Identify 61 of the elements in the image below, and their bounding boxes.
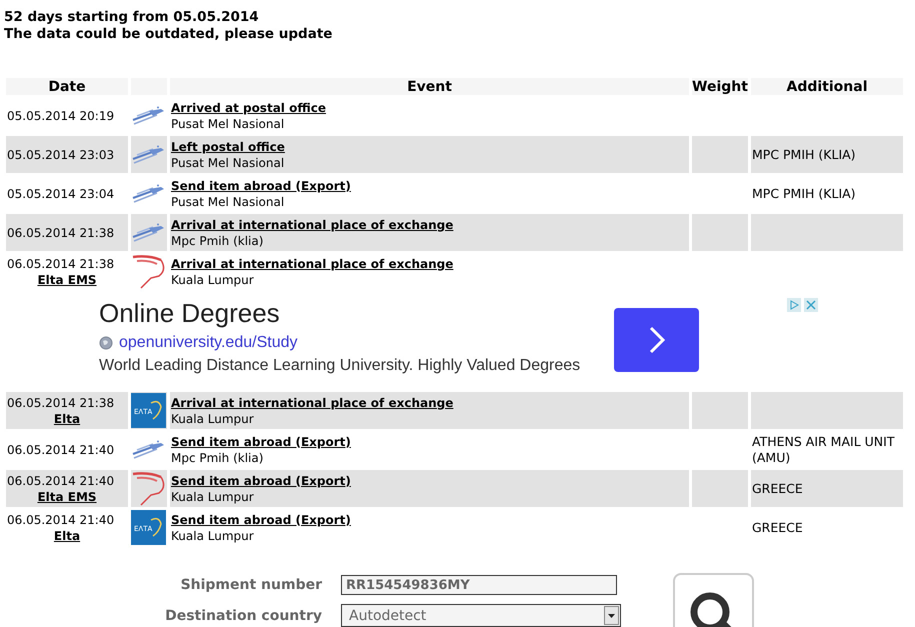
- field-label: Destination country: [164, 608, 322, 624]
- plane-icon: [131, 144, 165, 164]
- additional-text: ATHENS AIR MAIL UNIT (AMU): [752, 434, 894, 464]
- plane-icon: [131, 184, 165, 204]
- ad-description: World Leading Distance Learning University. Highly Valued Degrees: [99, 358, 582, 374]
- date-text: 05.05.2014 23:04: [7, 186, 116, 202]
- notice-text: 52 days starting from 05.05.2014: [4, 9, 260, 26]
- event-link[interactable]: Arrived at postal office: [171, 100, 326, 114]
- globe-icon: [99, 336, 113, 350]
- carrier-link[interactable]: Elta EMS: [37, 272, 97, 286]
- country-dropdown[interactable]: Autodetect: [341, 604, 621, 627]
- event-link[interactable]: Send item abroad (Export): [171, 434, 351, 448]
- plane-icon: [131, 440, 165, 460]
- wing-logo-icon: [131, 254, 165, 290]
- chevron-right-icon: [648, 326, 664, 354]
- ad-url-link[interactable]: openuniversity.edu/Study: [119, 332, 298, 354]
- place-text: Kuala Lumpur: [171, 272, 255, 288]
- place-text: Mpc Pmih (klia): [171, 450, 264, 466]
- place-text: Pusat Mel Nasional: [171, 154, 286, 170]
- additional-text: GREECE: [752, 520, 803, 534]
- additional-text: GREECE: [752, 480, 803, 496]
- close-icon[interactable]: [804, 298, 818, 312]
- column-header: Event: [170, 78, 689, 95]
- carrier-link[interactable]: Elta EMS: [37, 490, 97, 504]
- plane-icon: [131, 106, 165, 126]
- additional-text: MPC PMIH (KLIA): [752, 146, 856, 162]
- event-link[interactable]: Left postal office: [171, 140, 285, 154]
- notice-text: The data could be outdated, please update: [4, 26, 334, 43]
- ad-open-button[interactable]: [614, 308, 699, 372]
- place-text: Pusat Mel Nasional: [171, 116, 286, 132]
- event-link[interactable]: Send item abroad (Export): [171, 474, 351, 488]
- date-text: 06.05.2014 21:38: [7, 224, 116, 240]
- date-text: 06.05.2014 21:38: [7, 394, 116, 410]
- ad-info-icon[interactable]: [787, 298, 801, 312]
- place-text: Pusat Mel Nasional: [171, 194, 286, 210]
- carrier-link[interactable]: Elta: [54, 412, 80, 426]
- event-link[interactable]: Send item abroad (Export): [171, 512, 351, 526]
- plane-icon: [131, 222, 165, 242]
- place-text: Kuala Lumpur: [171, 410, 255, 426]
- place-text: Kuala Lumpur: [171, 528, 255, 544]
- date-text: 06.05.2014 21:38: [7, 256, 116, 272]
- event-link[interactable]: Arrival at international place of exchange: [171, 218, 454, 232]
- event-link[interactable]: Send item abroad (Export): [171, 178, 351, 192]
- column-header: Weight: [692, 78, 748, 95]
- date-text: 06.05.2014 21:40: [7, 472, 116, 488]
- date-text: 05.05.2014 23:03: [7, 146, 116, 162]
- event-link[interactable]: Arrival at international place of exchange: [171, 396, 454, 410]
- column-header: Additional: [751, 78, 903, 95]
- ad-title[interactable]: Online Degrees: [99, 296, 614, 330]
- carrier-link[interactable]: Elta: [54, 528, 80, 542]
- shipment-number-field[interactable]: RR154549836MY: [341, 575, 617, 595]
- additional-text: MPC PMIH (KLIA): [752, 186, 856, 200]
- date-text: 06.05.2014 21:40: [7, 442, 116, 458]
- column-header: Date: [6, 78, 128, 95]
- date-text: 06.05.2014 21:40: [7, 512, 116, 528]
- wing-logo-icon: [131, 470, 165, 506]
- place-text: Mpc Pmih (klia): [171, 232, 264, 248]
- date-text: 05.05.2014 20:19: [7, 108, 116, 124]
- event-link[interactable]: Arrival at international place of exchange: [171, 256, 454, 270]
- field-label: Shipment number: [180, 577, 322, 593]
- place-text: Kuala Lumpur: [171, 488, 255, 504]
